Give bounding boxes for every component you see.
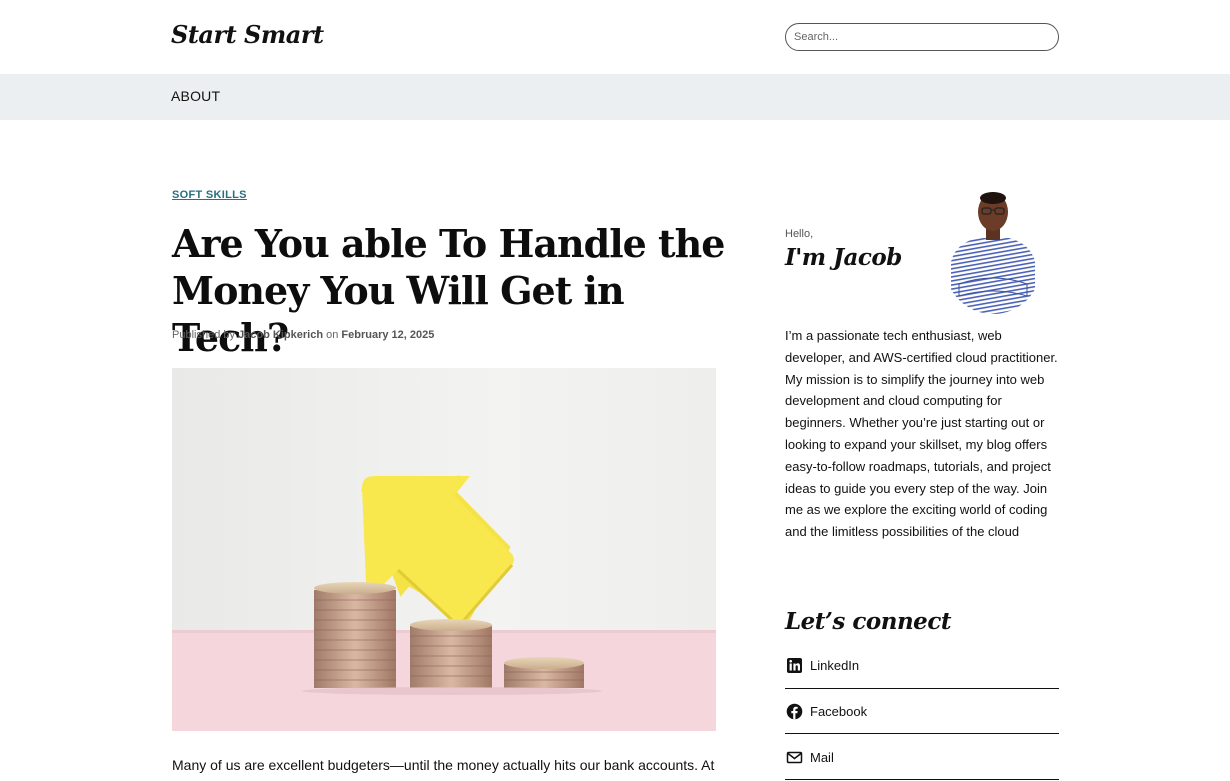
meta-published-by: Published by xyxy=(172,329,235,341)
social-link-linkedin[interactable]: LinkedIn xyxy=(785,657,1059,689)
meta-on: on xyxy=(326,329,339,341)
post-excerpt: Many of us are excellent budgeters—until… xyxy=(172,757,715,773)
social-link-facebook[interactable]: Facebook xyxy=(785,703,1059,734)
coin-stack-left xyxy=(314,582,396,688)
category-link[interactable]: SOFT SKILLS xyxy=(172,189,247,201)
sidebar-bio: I’m a passionate tech enthusiast, web de… xyxy=(785,328,1058,540)
post-meta: Published by Jacob Kipkerich on February… xyxy=(172,329,434,341)
coin-stack-right xyxy=(504,657,584,688)
avatar xyxy=(945,192,1041,314)
nav-item-about[interactable]: ABOUT xyxy=(171,88,220,104)
connect-heading: Let’s connect xyxy=(785,608,951,635)
site-header: Start Smart xyxy=(0,0,1230,74)
coin-stack-middle xyxy=(410,619,492,688)
coins-arrow-illustration xyxy=(172,368,716,731)
sidebar-greeting: Hello, xyxy=(785,228,814,240)
social-label: Facebook xyxy=(810,704,868,719)
author-link[interactable]: Jacob Kipkerich xyxy=(238,329,323,341)
site-title-link[interactable]: Start Smart xyxy=(171,20,324,49)
linkedin-icon xyxy=(786,657,803,674)
social-label: LinkedIn xyxy=(810,658,860,673)
post-date: February 12, 2025 xyxy=(341,329,435,341)
social-link-mail[interactable]: Mail xyxy=(785,749,1059,780)
search-input[interactable] xyxy=(785,23,1059,51)
facebook-icon xyxy=(786,703,803,720)
mail-icon xyxy=(786,749,803,766)
nav-bar: ABOUT xyxy=(0,74,1230,120)
sidebar-name-heading: I'm Jacob xyxy=(785,244,902,271)
social-label: Mail xyxy=(810,750,834,765)
featured-image xyxy=(172,368,716,731)
